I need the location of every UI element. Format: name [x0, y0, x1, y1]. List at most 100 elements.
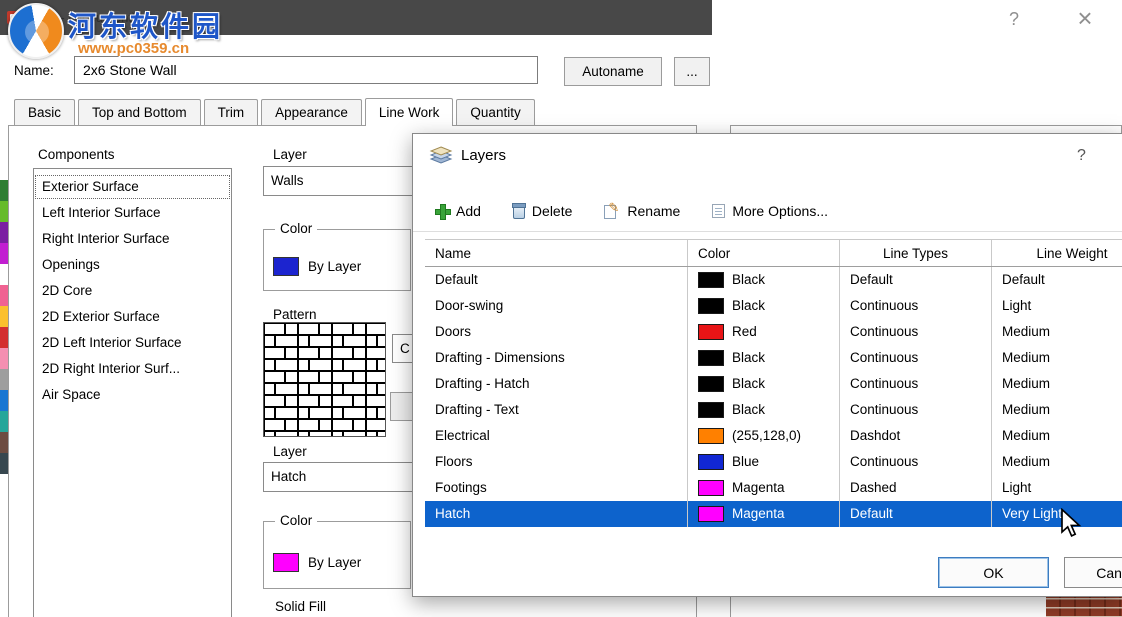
layer-color-swatch [698, 454, 724, 470]
layers-dialog-title: Layers [461, 147, 506, 164]
name-browse-button[interactable]: ... [674, 57, 710, 86]
ok-button[interactable]: OK [938, 557, 1049, 588]
component-item-air-space[interactable]: Air Space [34, 382, 231, 408]
wall-color-swatch[interactable] [273, 257, 299, 276]
palette-color-10 [0, 390, 8, 411]
layer-row-footings[interactable]: FootingsMagentaDashedLight [425, 475, 1122, 501]
pattern-label: Pattern [273, 307, 317, 322]
palette-color-9 [0, 369, 8, 390]
palette-color-0 [0, 180, 8, 201]
layer-color-swatch [698, 324, 724, 340]
layer-line-type-cell: Continuous [840, 449, 992, 475]
component-item-2d-core[interactable]: 2D Core [34, 278, 231, 304]
layers-help-button[interactable]: ? [1077, 147, 1086, 165]
layer-row-drafting-hatch[interactable]: Drafting - HatchBlackContinuousMedium [425, 371, 1122, 397]
cancel-button[interactable]: Cancel [1064, 557, 1122, 588]
mouse-cursor [1060, 508, 1082, 541]
layer-line-weight-cell: Medium [992, 371, 1122, 397]
palette-color-6 [0, 306, 8, 327]
layer-color-cell: Red [688, 319, 840, 345]
layer-color-name: Black [732, 293, 765, 319]
layer-color-name: Black [732, 345, 765, 371]
layer-color-cell: Black [688, 293, 840, 319]
delete-button[interactable]: Delete [513, 203, 572, 219]
layer-color-cell: Magenta [688, 475, 840, 501]
layer-color-name: Black [732, 397, 765, 423]
layer-color-swatch [698, 376, 724, 392]
layer-color-cell: Black [688, 345, 840, 371]
layer-row-drafting-text[interactable]: Drafting - TextBlackContinuousMedium [425, 397, 1122, 423]
layer-row-default[interactable]: DefaultBlackDefaultDefault [425, 267, 1122, 293]
tab-quantity[interactable]: Quantity [456, 99, 534, 125]
component-item-openings[interactable]: Openings [34, 252, 231, 278]
layer-line-type-cell: Continuous [840, 397, 992, 423]
component-item-2d-left-interior-surface[interactable]: 2D Left Interior Surface [34, 330, 231, 356]
component-item-exterior-surface[interactable]: Exterior Surface [34, 174, 231, 200]
layer-name-cell: Door-swing [425, 293, 688, 319]
rename-label: Rename [627, 203, 680, 219]
layer-row-electrical[interactable]: Electrical(255,128,0)DashdotMedium [425, 423, 1122, 449]
column-header-color: Color [688, 240, 840, 266]
more-options-label: More Options... [732, 203, 828, 219]
layer-row-hatch[interactable]: HatchMagentaDefaultVery Light [425, 501, 1122, 527]
layer-color-name: Blue [732, 449, 759, 475]
watermark-logo [8, 3, 64, 59]
tab-basic[interactable]: Basic [14, 99, 75, 125]
color-palette-strip [0, 180, 8, 474]
wall-layer-label: Layer [273, 147, 307, 162]
layers-dialog: Layers ? AddDeleteRenameMore Options... … [412, 133, 1122, 597]
rename-button[interactable]: Rename [604, 203, 680, 219]
layer-name-cell: Floors [425, 449, 688, 475]
layer-line-type-cell: Default [840, 267, 992, 293]
layer-line-type-cell: Continuous [840, 319, 992, 345]
add-button[interactable]: Add [435, 203, 481, 219]
layer-color-swatch [698, 402, 724, 418]
add-icon [435, 204, 449, 218]
component-item-2d-exterior-surface[interactable]: 2D Exterior Surface [34, 304, 231, 330]
window-help-button[interactable]: ? [1000, 6, 1028, 32]
layer-line-weight-cell: Light [992, 475, 1122, 501]
layer-line-type-cell: Dashed [840, 475, 992, 501]
component-item-right-interior-surface[interactable]: Right Interior Surface [34, 226, 231, 252]
layer-row-floors[interactable]: FloorsBlueContinuousMedium [425, 449, 1122, 475]
palette-color-7 [0, 327, 8, 348]
solid-fill-label: Solid Fill [275, 599, 326, 614]
pattern-preview[interactable] [263, 322, 386, 437]
more-options-button[interactable]: More Options... [712, 203, 828, 219]
layer-color-name: Magenta [732, 475, 785, 501]
column-header-line-weight: Line Weight [992, 240, 1122, 266]
layer-color-cell: Black [688, 371, 840, 397]
window-close-button[interactable]: × [1064, 2, 1106, 34]
layer-line-type-cell: Default [840, 501, 992, 527]
tab-top-and-bottom[interactable]: Top and Bottom [78, 99, 201, 125]
layer-color-swatch [698, 272, 724, 288]
wall-layer-combo[interactable]: Walls [263, 166, 435, 196]
tab-appearance[interactable]: Appearance [261, 99, 362, 125]
palette-color-8 [0, 348, 8, 369]
hatch-layer-combo[interactable]: Hatch [263, 462, 435, 492]
layer-color-swatch [698, 480, 724, 496]
layer-color-swatch [698, 350, 724, 366]
component-item-left-interior-surface[interactable]: Left Interior Surface [34, 200, 231, 226]
hatch-color-swatch[interactable] [273, 553, 299, 572]
stone-pattern-image [264, 323, 385, 436]
hatch-color-value: By Layer [308, 555, 361, 570]
more-options-icon [712, 204, 725, 218]
autoname-button[interactable]: Autoname [564, 57, 662, 86]
layers-table-header: NameColorLine TypesLine Weight [425, 239, 1122, 267]
layer-row-drafting-dimensions[interactable]: Drafting - DimensionsBlackContinuousMedi… [425, 345, 1122, 371]
layer-row-doors[interactable]: DoorsRedContinuousMedium [425, 319, 1122, 345]
palette-color-12 [0, 432, 8, 453]
delete-icon [513, 203, 525, 218]
tab-trim[interactable]: Trim [204, 99, 259, 125]
component-item-2d-right-interior-surf[interactable]: 2D Right Interior Surf... [34, 356, 231, 382]
palette-color-13 [0, 453, 8, 474]
layer-row-door-swing[interactable]: Door-swingBlackContinuousLight [425, 293, 1122, 319]
components-label: Components [38, 147, 115, 162]
watermark-site-name: 河东软件园 [68, 5, 223, 45]
pattern-name-fragment: C [400, 341, 410, 356]
tab-line-work[interactable]: Line Work [365, 98, 454, 126]
layer-color-cell: (255,128,0) [688, 423, 840, 449]
palette-color-5 [0, 285, 8, 306]
layer-name-cell: Electrical [425, 423, 688, 449]
